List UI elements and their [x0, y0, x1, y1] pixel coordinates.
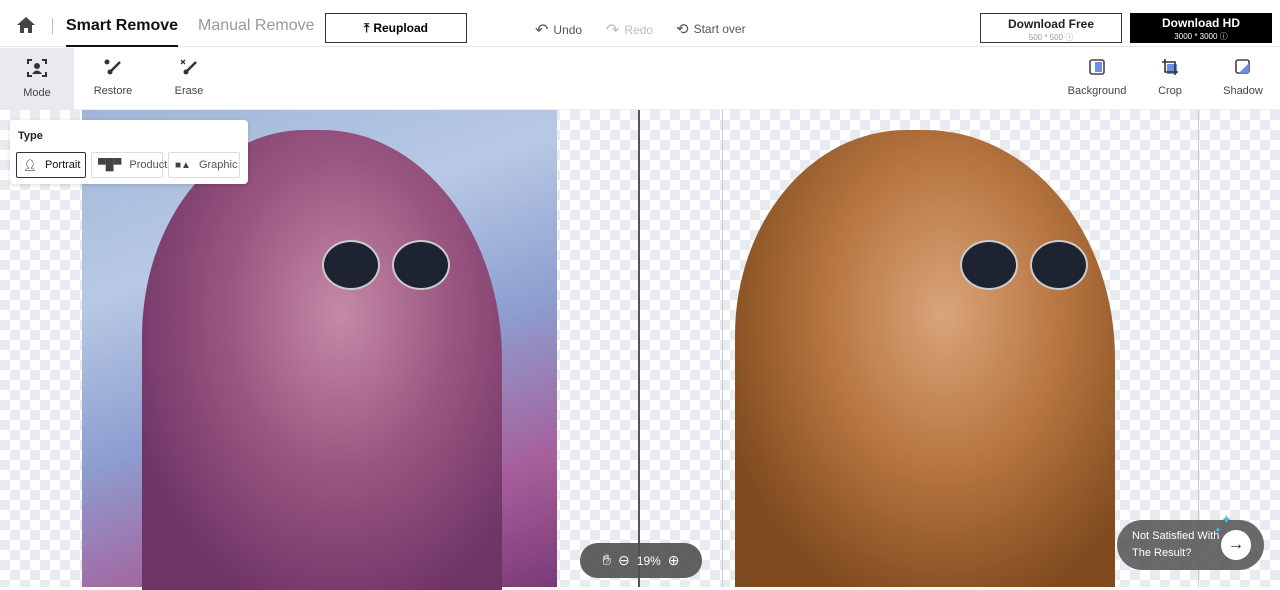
background-tool[interactable]: Background — [1060, 48, 1134, 110]
original-subject — [142, 130, 502, 590]
info-icon: ⓘ — [1065, 33, 1074, 42]
feedback-button[interactable]: Not Satisfied With The Result? → ✦ ✦ — [1117, 512, 1264, 570]
info-icon: ⓘ — [1219, 32, 1228, 41]
crop-tool[interactable]: Crop — [1133, 48, 1207, 110]
redo-button[interactable]: ↷ Redo — [606, 20, 653, 40]
undo-label: Undo — [553, 23, 583, 37]
download-hd-label: Download HD — [1162, 16, 1240, 30]
shadow-icon — [1235, 59, 1250, 74]
shadow-label: Shadow — [1223, 85, 1263, 97]
erase-brush-icon — [180, 59, 197, 75]
product-label: Product — [129, 159, 168, 171]
toolbar: Mode Restore Erase Background Crop Shado… — [0, 48, 1280, 110]
type-graphic-button[interactable]: ■▲ Graphic — [168, 152, 240, 178]
restore-brush-icon — [104, 59, 121, 75]
compare-slider-handle[interactable] — [638, 110, 640, 587]
graphic-label: Graphic — [198, 159, 238, 171]
undo-icon: ↶ — [535, 22, 549, 39]
background-label: Background — [1067, 85, 1127, 97]
upload-icon: ⤒ — [364, 20, 370, 35]
arrow-right-icon[interactable]: → — [1221, 530, 1251, 560]
tab-smart-remove[interactable]: Smart Remove — [66, 17, 179, 47]
undo-button[interactable]: ↶ Undo — [535, 20, 582, 40]
redo-label: Redo — [624, 23, 654, 37]
hand-pan-icon[interactable]: ✋︎ — [602, 552, 611, 569]
sunglasses — [322, 240, 452, 290]
restore-label: Restore — [93, 85, 133, 97]
canvas-guide — [722, 110, 723, 587]
download-free-size: 500 * 500 — [1028, 33, 1064, 42]
download-free-button[interactable]: Download Free 500 * 500 ⓘ — [980, 13, 1122, 43]
type-panel: Type 👤︎ Portrait ▀█▀ Product ■▲ Graphic — [10, 120, 248, 184]
start-over-label: Start over — [693, 22, 746, 36]
erase-tool[interactable]: Erase — [152, 48, 226, 110]
portrait-mode-icon — [27, 59, 47, 77]
background-icon — [1089, 59, 1105, 75]
canvas-guide — [1198, 110, 1199, 587]
start-over-button[interactable]: ⟲ Start over — [676, 20, 746, 38]
person-icon: 👤︎ — [23, 159, 37, 172]
restore-tool[interactable]: Restore — [76, 48, 150, 110]
reupload-button[interactable]: ⤒ Reupload — [325, 13, 467, 43]
zoom-level: 19% — [636, 553, 661, 568]
sparkle-icon: ✦ — [1221, 512, 1232, 527]
tshirt-icon: ▀█▀ — [98, 159, 122, 171]
divider — [52, 18, 53, 34]
tab-manual-remove[interactable]: Manual Remove — [198, 17, 315, 35]
sparkle-icon: ✦ — [1214, 525, 1222, 535]
type-title: Type — [18, 130, 43, 142]
result-subject — [735, 130, 1115, 587]
reupload-label: Reupload — [373, 21, 428, 35]
type-portrait-button[interactable]: 👤︎ Portrait — [16, 152, 86, 178]
header: Smart Remove Manual Remove ⤒ Reupload ↶ Un… — [0, 0, 1280, 47]
zoom-controls: ✋︎ ⊖ 19% ⊕ — [580, 543, 702, 578]
redo-icon: ↷ — [606, 22, 620, 39]
shapes-icon: ■▲ — [175, 159, 191, 171]
sunglasses — [960, 240, 1090, 290]
zoom-out-icon[interactable]: ⊖ — [618, 552, 630, 569]
crop-label: Crop — [1158, 85, 1182, 97]
mode-label: Mode — [23, 87, 51, 99]
erase-label: Erase — [174, 85, 204, 97]
mode-tool[interactable]: Mode — [0, 48, 74, 110]
type-product-button[interactable]: ▀█▀ Product — [91, 152, 167, 178]
download-hd-button[interactable]: Download HD 3000 * 3000 ⓘ — [1130, 13, 1272, 43]
zoom-in-icon[interactable]: ⊕ — [668, 552, 680, 569]
shadow-tool[interactable]: Shadow — [1206, 48, 1280, 110]
home-icon[interactable] — [16, 16, 36, 34]
history-icon: ⟲ — [676, 21, 689, 38]
portrait-label: Portrait — [44, 159, 81, 171]
download-hd-size: 3000 * 3000 — [1174, 32, 1218, 41]
download-free-label: Download Free — [1007, 17, 1094, 31]
crop-icon — [1162, 59, 1178, 75]
